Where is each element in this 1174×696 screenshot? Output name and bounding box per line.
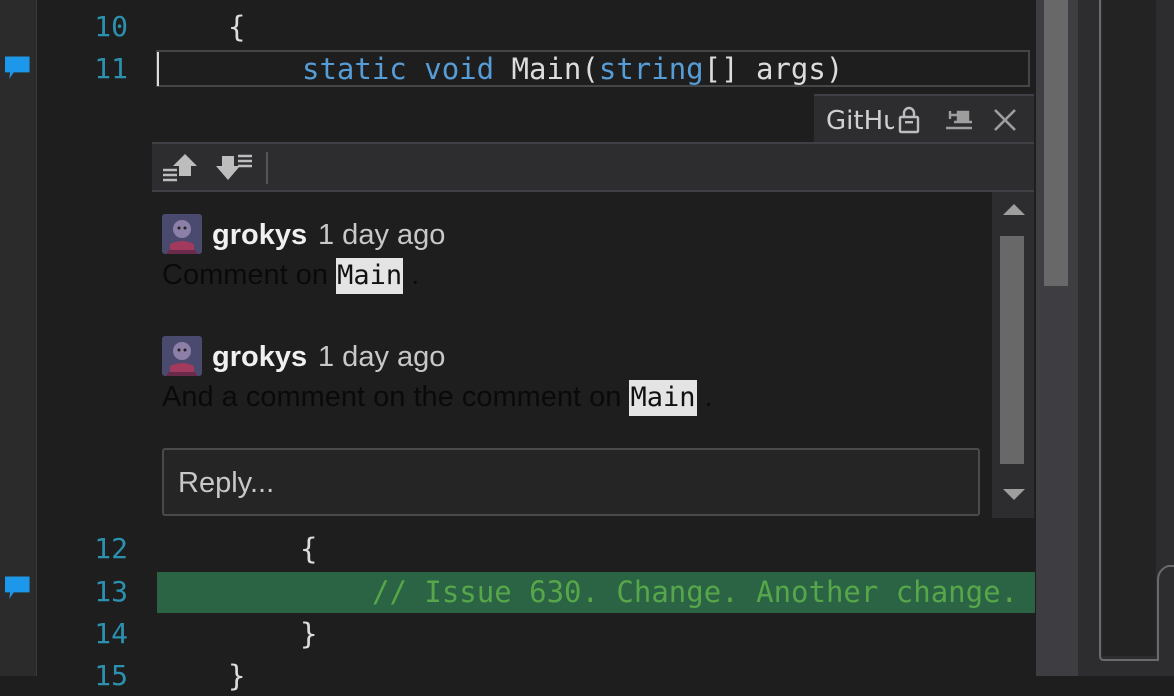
lock-icon[interactable] — [892, 104, 926, 136]
comment-body: And a comment on the comment on Main . — [162, 378, 713, 416]
text-cursor — [157, 52, 159, 86]
line-number: 15 — [94, 659, 128, 692]
avatar — [162, 336, 202, 376]
code-line: { — [228, 10, 246, 44]
avatar — [162, 214, 202, 254]
comment-text: . — [704, 381, 713, 413]
close-icon[interactable] — [988, 104, 1022, 136]
peek-tab[interactable]: GitHub — [814, 94, 1034, 142]
pull-request-comment-peek: GitHub grokys 1 day ago Comment on Main … — [152, 94, 1034, 518]
peek-scrollbar[interactable] — [992, 192, 1034, 518]
comment-author[interactable]: grokys — [212, 336, 307, 378]
inline-code: Main — [336, 258, 404, 294]
inline-code: Main — [629, 380, 697, 416]
comment-text: And a comment on the comment on — [162, 381, 630, 413]
keyword: void — [424, 52, 495, 86]
comment-text: Comment on — [162, 259, 337, 291]
scroll-up-arrow-icon[interactable] — [1003, 204, 1025, 215]
comment-body: Comment on Main . — [162, 256, 419, 294]
line-number: 13 — [94, 575, 128, 608]
editor-scrollbar[interactable] — [1036, 0, 1078, 676]
reply-input[interactable] — [176, 460, 960, 506]
comment-glyph-icon[interactable] — [0, 575, 36, 601]
code-line: { — [300, 532, 318, 566]
line-number: 10 — [94, 10, 128, 43]
minimap-view-indicator — [1099, 0, 1174, 661]
code-text: [] args) — [703, 52, 844, 86]
code-line[interactable]: static void Main(string[] args) — [302, 49, 843, 89]
comment-timestamp: 1 day ago — [318, 341, 446, 373]
glyph-margin — [0, 0, 37, 676]
comment-thread: grokys 1 day ago Comment on Main . groky… — [152, 192, 992, 518]
code-line: } — [228, 659, 246, 693]
keyword: string — [598, 52, 704, 86]
peek-tab-title: GitHub — [826, 106, 894, 136]
code-comment: // Issue 630. Change. Another change. — [372, 575, 1019, 609]
code-line: } — [300, 617, 318, 651]
scrollbar-thumb[interactable] — [1000, 236, 1024, 464]
reply-box — [162, 448, 980, 516]
line-number: 11 — [94, 52, 128, 85]
toolbar-separator — [266, 152, 268, 184]
peek-toolbar — [152, 144, 1034, 192]
line-number: 12 — [94, 532, 128, 565]
overview-margin[interactable] — [1078, 0, 1174, 676]
comment-timestamp: 1 day ago — [318, 219, 446, 251]
line-number: 14 — [94, 617, 128, 650]
scrollbar-thumb[interactable] — [1044, 0, 1068, 286]
pin-icon[interactable] — [942, 104, 976, 136]
comment-text: . — [411, 259, 420, 291]
scroll-down-arrow-icon[interactable] — [1003, 489, 1025, 500]
comment-glyph-icon[interactable] — [0, 55, 36, 81]
keyword: static — [302, 52, 407, 86]
comment-author[interactable]: grokys — [212, 214, 307, 256]
previous-comment-icon[interactable] — [160, 150, 200, 186]
method-name: Main( — [511, 52, 599, 86]
next-comment-icon[interactable] — [214, 150, 254, 186]
